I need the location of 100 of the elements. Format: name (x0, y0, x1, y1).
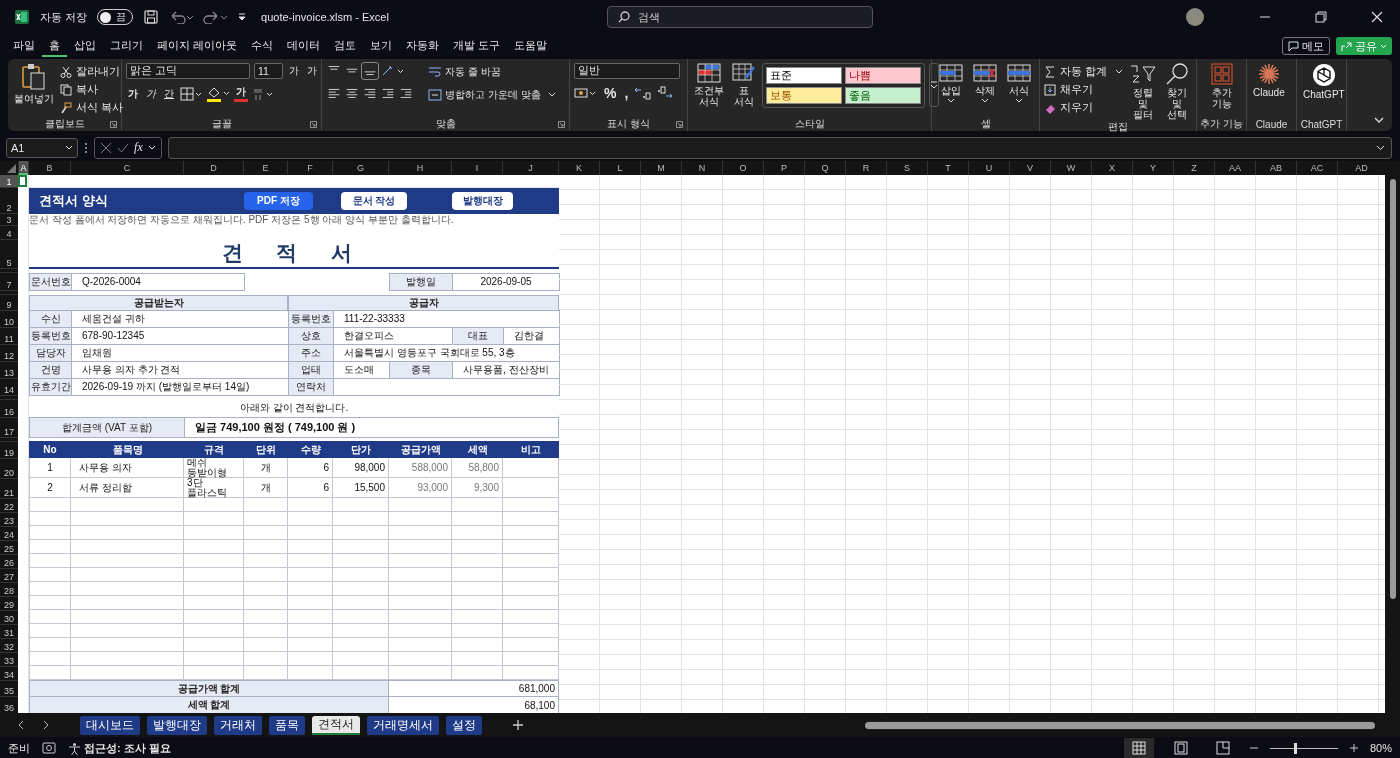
name-box[interactable]: A1 (6, 137, 78, 158)
undo-icon[interactable] (169, 10, 194, 24)
borders-icon[interactable] (180, 86, 202, 101)
menu-tab[interactable]: 검토 (327, 35, 364, 57)
fill-button[interactable]: 채우기 (1044, 81, 1123, 98)
insert-function-button[interactable]: fx (134, 140, 143, 155)
menu-tab[interactable]: 도움말 (507, 35, 555, 57)
grow-font-button[interactable]: 가 (287, 64, 301, 78)
decrease-decimal-icon[interactable] (656, 86, 675, 100)
menu-tab[interactable]: 파일 (6, 35, 42, 57)
collapse-ribbon-icon[interactable] (1374, 117, 1384, 123)
save-icon[interactable] (143, 9, 160, 25)
expand-caret-icon[interactable] (1376, 144, 1385, 151)
menu-tab[interactable]: 개발 도구 (446, 35, 508, 57)
number-format-dropdown[interactable]: 일반 (574, 63, 680, 79)
sheet-tab[interactable]: 품목 (269, 715, 305, 735)
sheet-tab[interactable]: 거래명세서 (367, 715, 439, 735)
zoom-slider-thumb[interactable] (1293, 742, 1297, 754)
menu-tab[interactable]: 자동화 (399, 35, 447, 57)
shrink-font-button[interactable]: 가 (305, 64, 319, 78)
zoom-in-icon[interactable] (1349, 744, 1358, 752)
format-painter-button[interactable]: 서식 복사 (60, 99, 123, 116)
sheet-button[interactable]: 문서 작성 (341, 191, 407, 210)
row-header[interactable]: 1 (0, 175, 18, 188)
restore-icon[interactable] (1315, 11, 1327, 23)
menu-tab[interactable]: 페이지 레이아웃 (150, 35, 245, 57)
menu-tab[interactable]: 그리기 (103, 35, 150, 57)
sheet-tab[interactable]: 대시보드 (80, 715, 140, 735)
font-name-dropdown[interactable]: 맑은 고딕 (126, 63, 250, 79)
percent-button[interactable]: % (602, 85, 619, 101)
sheet-tab[interactable]: 설정 (446, 715, 482, 735)
font-style-button[interactable]: 간 (162, 86, 176, 101)
cells-button[interactable]: 삭제 (970, 63, 1000, 103)
currency-icon[interactable] (574, 86, 598, 100)
previous-sheet-icon[interactable] (17, 720, 25, 730)
sheet-button[interactable]: PDF 저장 (244, 191, 313, 210)
merge-center-button[interactable]: 병합하고 가운데 맞춤 (428, 86, 556, 103)
column-header[interactable]: A (18, 161, 28, 175)
next-sheet-icon[interactable] (42, 720, 50, 730)
cells-button[interactable]: 서식 (1004, 63, 1034, 103)
copy-button[interactable]: 복사 (60, 81, 123, 98)
avatar[interactable] (1186, 8, 1204, 26)
close-icon[interactable] (1371, 11, 1383, 23)
horizontal-scrollbar[interactable] (865, 720, 1375, 730)
menu-tab[interactable]: 데이터 (280, 35, 328, 57)
add-ins-button[interactable]: 추가 기능 (1201, 63, 1242, 109)
comments-button[interactable]: 메모 (1282, 37, 1330, 55)
vertical-align-icon[interactable] (362, 63, 378, 79)
conditional-format-button[interactable]: 조건부 서식 (692, 63, 726, 107)
cell-style-option[interactable]: 나쁨 (845, 67, 921, 84)
increase-decimal-icon[interactable] (634, 86, 653, 100)
redo-icon[interactable] (203, 10, 228, 24)
clear-button[interactable]: 지우기 (1044, 99, 1123, 116)
insert-cells-icon (938, 63, 964, 83)
menu-tab[interactable]: 수식 (244, 35, 281, 57)
customize-caret-icon[interactable] (237, 12, 248, 22)
table-cell: 588,000 (389, 458, 452, 478)
formula-input[interactable] (168, 136, 1392, 159)
sheet-tab[interactable]: 거래처 (214, 715, 262, 735)
normal-view-icon[interactable] (1123, 738, 1154, 758)
comma-button[interactable]: , (622, 85, 631, 101)
menu-tab[interactable]: 보기 (363, 35, 400, 57)
cell-style-option[interactable]: 표준 (766, 67, 842, 84)
cell-style-option[interactable]: 좋음 (845, 87, 921, 104)
cell-style-option[interactable]: 보통 (766, 87, 842, 104)
launcher-icon[interactable] (558, 121, 565, 128)
sheet-tab[interactable]: 발행대장 (147, 715, 207, 735)
paste-button[interactable]: 붙여넣기 (12, 63, 56, 104)
accessibility-button[interactable]: 접근성: 조사 필요 (68, 740, 171, 756)
fill-color-icon[interactable] (206, 85, 230, 102)
more-styles-button[interactable] (929, 63, 939, 107)
checkmark-icon[interactable] (117, 141, 130, 154)
sort-filter-button[interactable]: 정렬 및 필터 (1126, 63, 1159, 120)
macro-recorder-icon[interactable] (42, 742, 56, 754)
font-style-button[interactable]: 가 (144, 86, 158, 101)
font-style-button[interactable]: 가 (126, 86, 140, 101)
zoom-out-icon[interactable] (1249, 744, 1258, 752)
zoom-level[interactable]: 80% (1369, 742, 1392, 754)
search-field[interactable]: 검색 (607, 6, 874, 28)
cancel-icon[interactable] (100, 141, 113, 154)
add-sheet-icon[interactable] (512, 719, 524, 731)
menu-tab[interactable]: 삽입 (67, 35, 103, 57)
selected-cell[interactable] (18, 175, 27, 187)
sheet-button[interactable]: 발행대장 (452, 191, 513, 210)
more-options-icon[interactable] (84, 141, 88, 154)
font-size-dropdown[interactable]: 11 (254, 63, 283, 79)
launcher-icon[interactable] (110, 121, 117, 128)
cells-button[interactable]: 삽입 (936, 63, 966, 103)
autosum-button[interactable]: 자동 합계 (1044, 63, 1123, 80)
menu-tab[interactable]: 홈 (42, 35, 67, 57)
wrap-text-button[interactable]: 자동 줄 바꿈 (428, 63, 556, 80)
font-color-button[interactable]: 가 (234, 85, 248, 102)
cut-button[interactable]: 잘라내기 (60, 63, 123, 80)
format-as-table-button[interactable]: 표 서식 (730, 63, 758, 107)
sheet-tab[interactable]: 견적서 (312, 715, 360, 735)
claude-button[interactable]: Claude (1251, 63, 1287, 98)
launcher-icon[interactable] (310, 121, 317, 128)
chatgpt-button[interactable]: ChatGPT (1301, 63, 1347, 100)
find-select-button[interactable]: 찾기 및 선택 (1162, 63, 1192, 120)
launcher-icon[interactable] (676, 121, 683, 128)
